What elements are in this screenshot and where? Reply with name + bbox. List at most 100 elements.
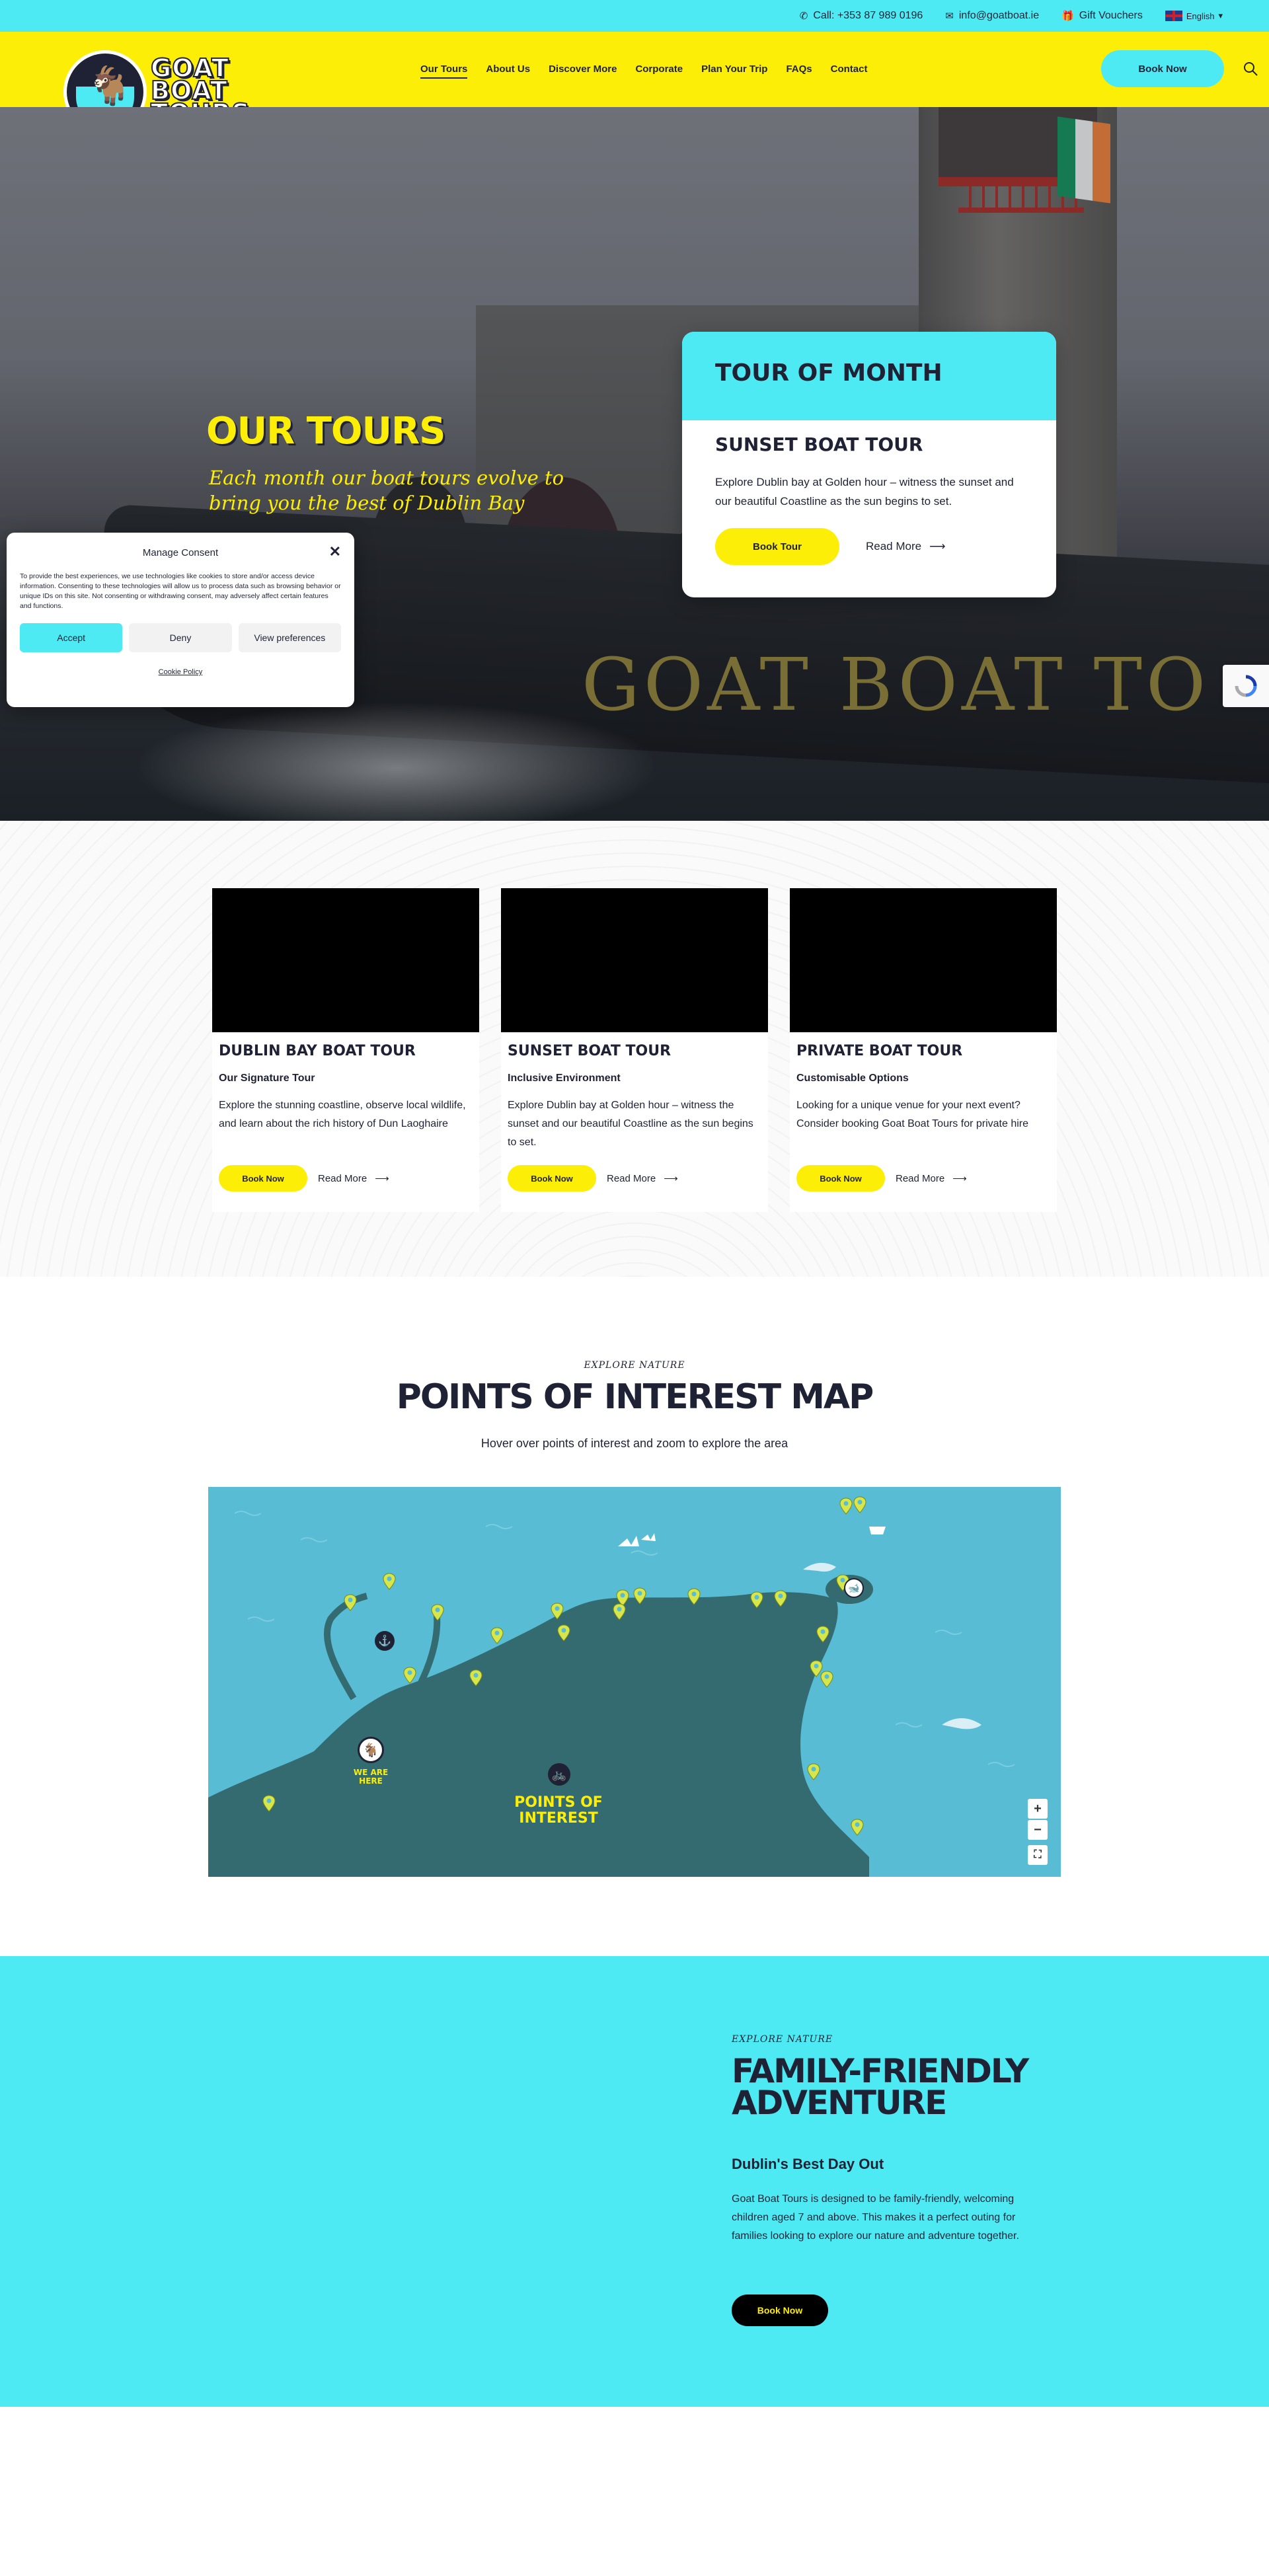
hero-subtitle: Each month our boat tours evolve to brin… [209, 467, 564, 514]
read-more-label: Read More [896, 1172, 945, 1184]
cookie-accept-button[interactable]: Accept [20, 623, 123, 652]
family-book-now-button[interactable]: Book Now [732, 2294, 828, 2326]
chevron-down-icon: ▾ [1218, 11, 1223, 20]
zoom-out-button[interactable]: − [1028, 1820, 1048, 1840]
family-title: FAMILY-FRIENDLY ADVENTURE [732, 2052, 1029, 2122]
hero-title: OUR TOURS [206, 410, 445, 453]
read-more-link[interactable]: Read More ⟶ [896, 1172, 967, 1185]
book-now-button[interactable]: Book Now [508, 1165, 596, 1192]
map-pin-icon[interactable] [383, 1573, 396, 1590]
tour-tag: Inclusive Environment [508, 1073, 621, 1084]
map-pin-icon[interactable] [551, 1603, 564, 1620]
map-pin-icon[interactable] [853, 1496, 866, 1513]
read-more-link[interactable]: Read More ⟶ [318, 1172, 389, 1185]
nav-faqs[interactable]: FAQs [786, 63, 812, 79]
map-pin-icon[interactable] [469, 1669, 482, 1686]
poi-subtitle: Hover over points of interest and zoom t… [481, 1437, 788, 1450]
cookie-text: To provide the best experiences, we use … [20, 572, 341, 610]
map-pin-icon[interactable] [262, 1795, 276, 1812]
read-more-link[interactable]: Read More ⟶ [607, 1172, 678, 1185]
arrow-right-icon: ⟶ [952, 1173, 967, 1184]
gift-vouchers-link[interactable]: 🎁 Gift Vouchers [1061, 10, 1143, 22]
nav-about-us[interactable]: About Us [486, 63, 530, 79]
we-are-here-label: WE ARE HERE [353, 1768, 389, 1786]
map-pin-icon[interactable] [820, 1671, 833, 1688]
arrow-right-icon: ⟶ [375, 1173, 389, 1184]
book-now-button[interactable]: Book Now [796, 1165, 885, 1192]
goat-marker-icon[interactable]: 🐐 [358, 1737, 384, 1763]
family-section: EXPLORE NATURE FAMILY-FRIENDLY ADVENTURE… [0, 1956, 1269, 2407]
nav-contact[interactable]: Contact [831, 63, 868, 79]
cookie-preferences-button[interactable]: View preferences [238, 623, 341, 652]
read-more-label: Read More [866, 540, 922, 552]
map-pin-icon[interactable] [490, 1627, 504, 1644]
cookie-deny-button[interactable]: Deny [129, 623, 232, 652]
uk-flag-icon [1165, 11, 1182, 21]
cookie-policy-link[interactable]: Cookie Policy [20, 668, 341, 676]
nav-discover-more[interactable]: Discover More [549, 63, 617, 79]
tour-image [501, 888, 768, 1032]
recaptcha-icon [1235, 675, 1257, 697]
tour-of-month-description: Explore Dublin bay at Golden hour – witn… [715, 476, 1014, 508]
search-icon[interactable] [1243, 61, 1258, 77]
tour-of-month-card: TOUR OF MONTH SUNSET BOAT TOUR Explore D… [682, 332, 1056, 597]
tour-of-month-heading: TOUR OF MONTH [682, 332, 1056, 420]
language-switcher[interactable]: English ▾ [1165, 11, 1223, 21]
tour-description: Looking for a unique venue for your next… [796, 1100, 1029, 1129]
arrow-right-icon: ⟶ [664, 1173, 678, 1184]
nav-plan-your-trip[interactable]: Plan Your Trip [701, 63, 767, 79]
tour-card: DUBLIN BAY BOAT TOUR Our Signature Tour … [212, 888, 479, 1212]
nav-corporate[interactable]: Corporate [635, 63, 683, 79]
tour-image [790, 888, 1057, 1032]
nav-our-tours[interactable]: Our Tours [420, 63, 468, 79]
gift-icon: 🎁 [1061, 11, 1074, 22]
map-pin-icon[interactable] [431, 1604, 444, 1621]
bicycle-icon[interactable]: 🚲 [548, 1763, 570, 1786]
top-bar: ✆ Call: +353 87 989 0196 ✉ info@goatboat… [0, 0, 1269, 32]
email-text: info@goatboat.ie [958, 10, 1040, 21]
recaptcha-badge[interactable] [1223, 665, 1269, 707]
tour-description: Explore the stunning coastline, observe … [219, 1100, 466, 1129]
book-tour-button[interactable]: Book Tour [715, 528, 839, 565]
poi-title: POINTS OF INTEREST MAP [396, 1377, 874, 1417]
map-pin-icon[interactable] [774, 1590, 787, 1607]
tour-image [212, 888, 479, 1032]
map-pin-icon[interactable] [851, 1819, 864, 1836]
poi-kicker: EXPLORE NATURE [584, 1360, 685, 1371]
map-pin-icon[interactable] [613, 1603, 626, 1620]
book-now-button[interactable]: Book Now [219, 1165, 307, 1192]
site-header: 🐐 GOAT BOAT TOURS Our Tours About Us Dis… [0, 32, 1269, 133]
zoom-in-button[interactable]: + [1028, 1799, 1048, 1819]
anchor-icon[interactable]: ⚓ [375, 1631, 395, 1651]
map-pin-icon[interactable] [633, 1587, 646, 1605]
map-pin-icon[interactable] [557, 1624, 570, 1642]
tour-tag: Our Signature Tour [219, 1073, 315, 1084]
header-book-now-button[interactable]: Book Now [1101, 50, 1224, 87]
phone-icon: ✆ [799, 11, 808, 22]
cookie-title: Manage Consent [142, 547, 219, 558]
close-icon[interactable]: ✕ [329, 543, 341, 560]
tour-title: SUNSET BOAT TOUR [508, 1043, 672, 1059]
read-more-label: Read More [318, 1172, 367, 1184]
fullscreen-icon[interactable]: ⛶ [1028, 1845, 1048, 1865]
arrow-right-icon: ⟶ [929, 540, 946, 552]
poi-map[interactable]: ⚓ 🐐 WE ARE HERE 🚲 POINTS OF INTEREST 🐋 +… [208, 1487, 1061, 1877]
family-kicker: EXPLORE NATURE [732, 2034, 833, 2045]
tour-of-month-read-more[interactable]: Read More ⟶ [866, 540, 945, 553]
seal-marker-icon[interactable]: 🐋 [844, 1578, 864, 1598]
map-pin-icon[interactable] [687, 1588, 701, 1605]
cookie-consent-dialog: Manage Consent ✕ To provide the best exp… [7, 533, 354, 707]
phone-link[interactable]: ✆ Call: +353 87 989 0196 [800, 10, 923, 22]
family-description: Goat Boat Tours is designed to be family… [732, 2193, 1019, 2242]
map-pin-icon[interactable] [816, 1626, 829, 1643]
map-pin-icon[interactable] [807, 1763, 820, 1780]
map-pin-icon[interactable] [403, 1667, 416, 1684]
map-pin-icon[interactable] [750, 1591, 763, 1609]
tours-section: DUBLIN BAY BOAT TOUR Our Signature Tour … [0, 821, 1269, 1277]
map-pin-icon[interactable] [344, 1594, 357, 1611]
phone-text: Call: +353 87 989 0196 [813, 10, 923, 21]
coastline-map-graphic [208, 1511, 1015, 1877]
tour-title: PRIVATE BOAT TOUR [796, 1043, 963, 1059]
email-link[interactable]: ✉ info@goatboat.ie [945, 10, 1039, 22]
map-pin-icon[interactable] [839, 1497, 853, 1515]
